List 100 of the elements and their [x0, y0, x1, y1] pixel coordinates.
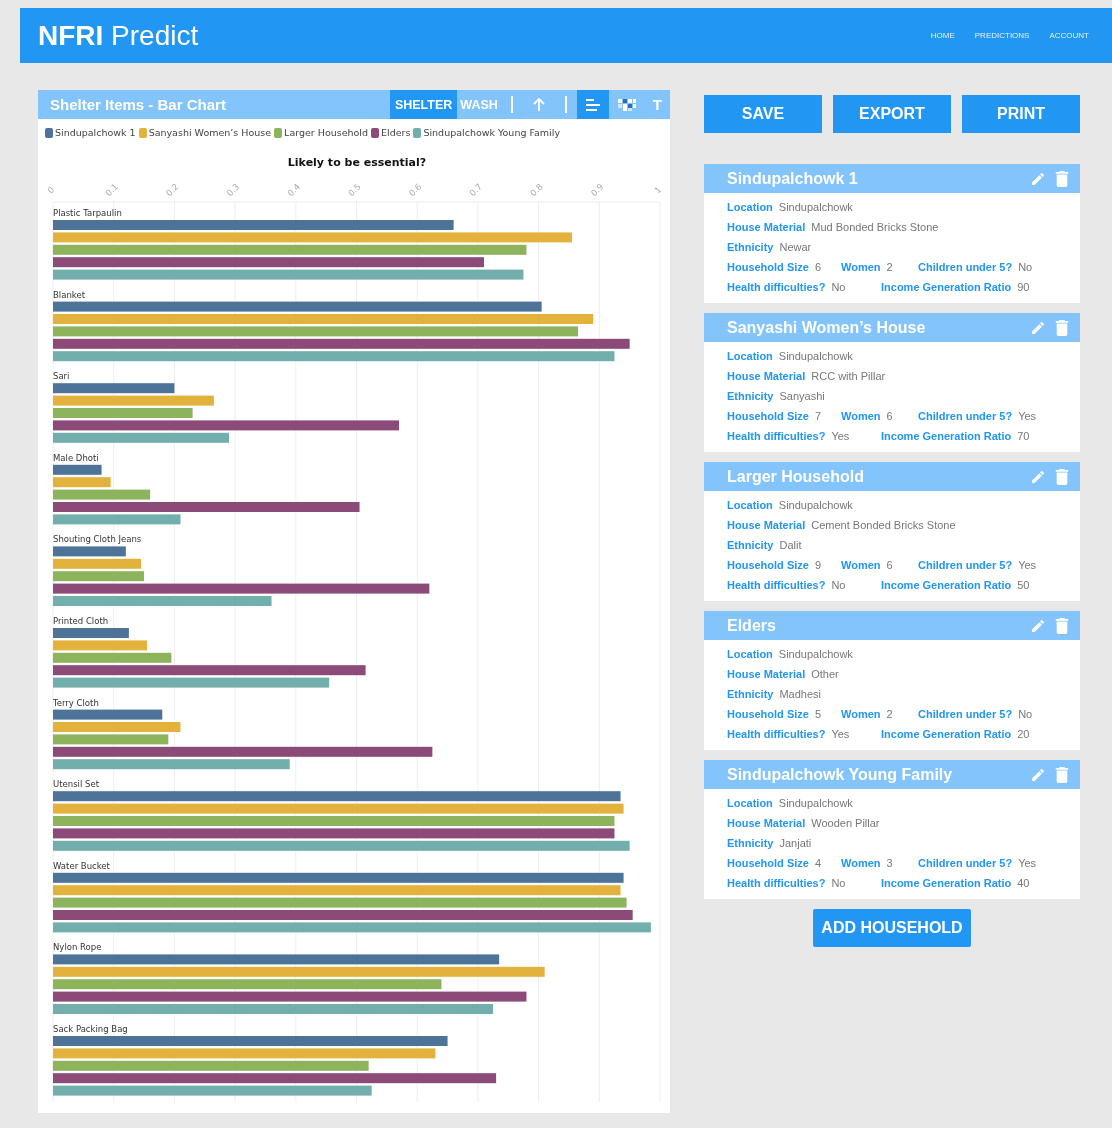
category-label: Nylon Rope — [53, 942, 102, 953]
category-label: Sack Packing Bag — [53, 1024, 128, 1034]
field-label: Children under 5? — [918, 857, 1013, 869]
field-label: Ethnicity — [727, 390, 774, 402]
field-label: Children under 5? — [918, 559, 1013, 571]
axis-tick-label: 1 — [652, 184, 664, 196]
field-label: House Material — [727, 668, 806, 680]
category-tab[interactable]: WASH — [457, 90, 501, 119]
field-value: Other — [811, 668, 839, 680]
household-name: Larger Household — [727, 467, 864, 486]
axis-tick-label: 0.6 — [406, 181, 424, 199]
field-label: House Material — [727, 519, 806, 531]
field-label: Health difficulties? — [727, 281, 826, 293]
field-value: 70 — [1017, 430, 1030, 442]
category-label: Male Dhoti — [53, 452, 99, 463]
bar-chart-button[interactable] — [576, 90, 609, 119]
category-label: Blanket — [53, 289, 85, 300]
field-label: Children under 5? — [918, 410, 1013, 422]
category-label: Shouting Cloth Jeans — [53, 534, 142, 545]
edit-icon[interactable] — [1030, 319, 1046, 336]
nav-link[interactable]: PREDICTIONS — [974, 31, 1030, 40]
category-tab[interactable]: SHELTER — [389, 90, 458, 119]
category-label: Water Bucket — [53, 860, 110, 871]
grid-icon — [616, 97, 637, 112]
category-label: Utensil Set — [53, 779, 99, 790]
nav-link[interactable]: ACCOUNT — [1049, 31, 1089, 40]
field-label: Income Generation Ratio — [881, 728, 1012, 740]
field-label: Ethnicity — [727, 688, 774, 700]
category-label: Printed Cloth — [53, 616, 109, 626]
text-button[interactable]: T — [644, 90, 670, 119]
field-value: Janjati — [779, 837, 812, 849]
edit-icon[interactable] — [1030, 468, 1046, 485]
field-label: Household Size — [727, 857, 809, 869]
field-value: 7 — [814, 410, 822, 422]
field-value: Yes — [1018, 410, 1037, 422]
field-label: Health difficulties? — [727, 579, 826, 591]
field-value: 90 — [1017, 281, 1030, 293]
field-label: Children under 5? — [918, 261, 1013, 273]
field-value: 2 — [886, 708, 893, 720]
chart-title: Shelter Items - Bar Chart — [49, 96, 226, 113]
field-label: Household Size — [727, 410, 809, 422]
field-value: 40 — [1017, 877, 1030, 889]
field-label: Income Generation Ratio — [881, 430, 1012, 442]
axis-tick-label: 0.7 — [467, 181, 485, 199]
delete-icon[interactable] — [1055, 766, 1069, 783]
category-label: Plastic Tarpaulin — [53, 208, 122, 218]
field-label: Income Generation Ratio — [881, 877, 1012, 889]
field-value: Wooden Pillar — [811, 817, 880, 829]
field-label: Household Size — [727, 559, 809, 571]
edit-icon[interactable] — [1030, 170, 1046, 187]
field-value: RCC with Pillar — [811, 370, 886, 382]
field-value: 3 — [886, 857, 893, 869]
app-logo[interactable]: NFRI Predict — [38, 19, 199, 52]
field-value: No — [831, 877, 846, 889]
field-value: Newar — [779, 241, 812, 253]
field-label: Women — [841, 559, 881, 571]
field-value: Sanyashi — [779, 390, 825, 402]
category-label: Sari — [53, 371, 70, 382]
field-label: Children under 5? — [918, 708, 1013, 720]
field-value: Yes — [1018, 559, 1037, 571]
field-label: House Material — [727, 370, 806, 382]
field-label: Income Generation Ratio — [881, 579, 1012, 591]
field-label: Women — [841, 708, 881, 720]
field-label: Women — [841, 261, 881, 273]
household-name: Sindupalchowk 1 — [727, 169, 858, 188]
field-value: Madhesi — [779, 688, 822, 700]
field-value: 20 — [1017, 728, 1030, 740]
nav-link[interactable]: HOME — [930, 31, 955, 40]
delete-icon[interactable] — [1055, 170, 1069, 187]
field-value: 9 — [814, 559, 822, 571]
delete-icon[interactable] — [1055, 319, 1069, 336]
field-label: Household Size — [727, 261, 809, 273]
field-value: Sindupalchowk — [778, 350, 853, 362]
field-value: Sindupalchowk — [778, 797, 853, 809]
field-label: Ethnicity — [727, 837, 774, 849]
edit-icon[interactable] — [1030, 617, 1046, 634]
delete-icon[interactable] — [1055, 617, 1069, 634]
axis-tick-label: 0.9 — [588, 181, 606, 199]
field-label: Women — [841, 410, 881, 422]
field-value: 6 — [886, 410, 893, 422]
household-name: Sanyashi Women’s House — [727, 318, 926, 337]
axis-tick-label: 0.8 — [528, 181, 545, 199]
field-value: 5 — [814, 708, 822, 720]
action-button[interactable]: SAVE — [704, 95, 822, 133]
action-button[interactable]: PRINT — [962, 95, 1080, 133]
field-label: Location — [727, 350, 773, 362]
edit-icon[interactable] — [1030, 766, 1046, 783]
field-label: Location — [727, 201, 773, 213]
action-button[interactable]: EXPORT — [833, 95, 951, 133]
field-value: Sindupalchowk — [778, 201, 853, 213]
add-household-button[interactable]: ADD HOUSEHOLD — [813, 909, 971, 947]
chart-title: Likely to be essential? — [287, 156, 427, 169]
field-label: Ethnicity — [727, 241, 774, 253]
field-value: No — [831, 579, 846, 591]
axis-tick-label: 0.5 — [346, 181, 363, 199]
bar-chart-icon — [584, 97, 601, 112]
delete-icon[interactable] — [1055, 468, 1069, 485]
field-value: Sindupalchowk — [778, 648, 853, 660]
field-label: Ethnicity — [727, 539, 774, 551]
field-label: House Material — [727, 221, 806, 233]
